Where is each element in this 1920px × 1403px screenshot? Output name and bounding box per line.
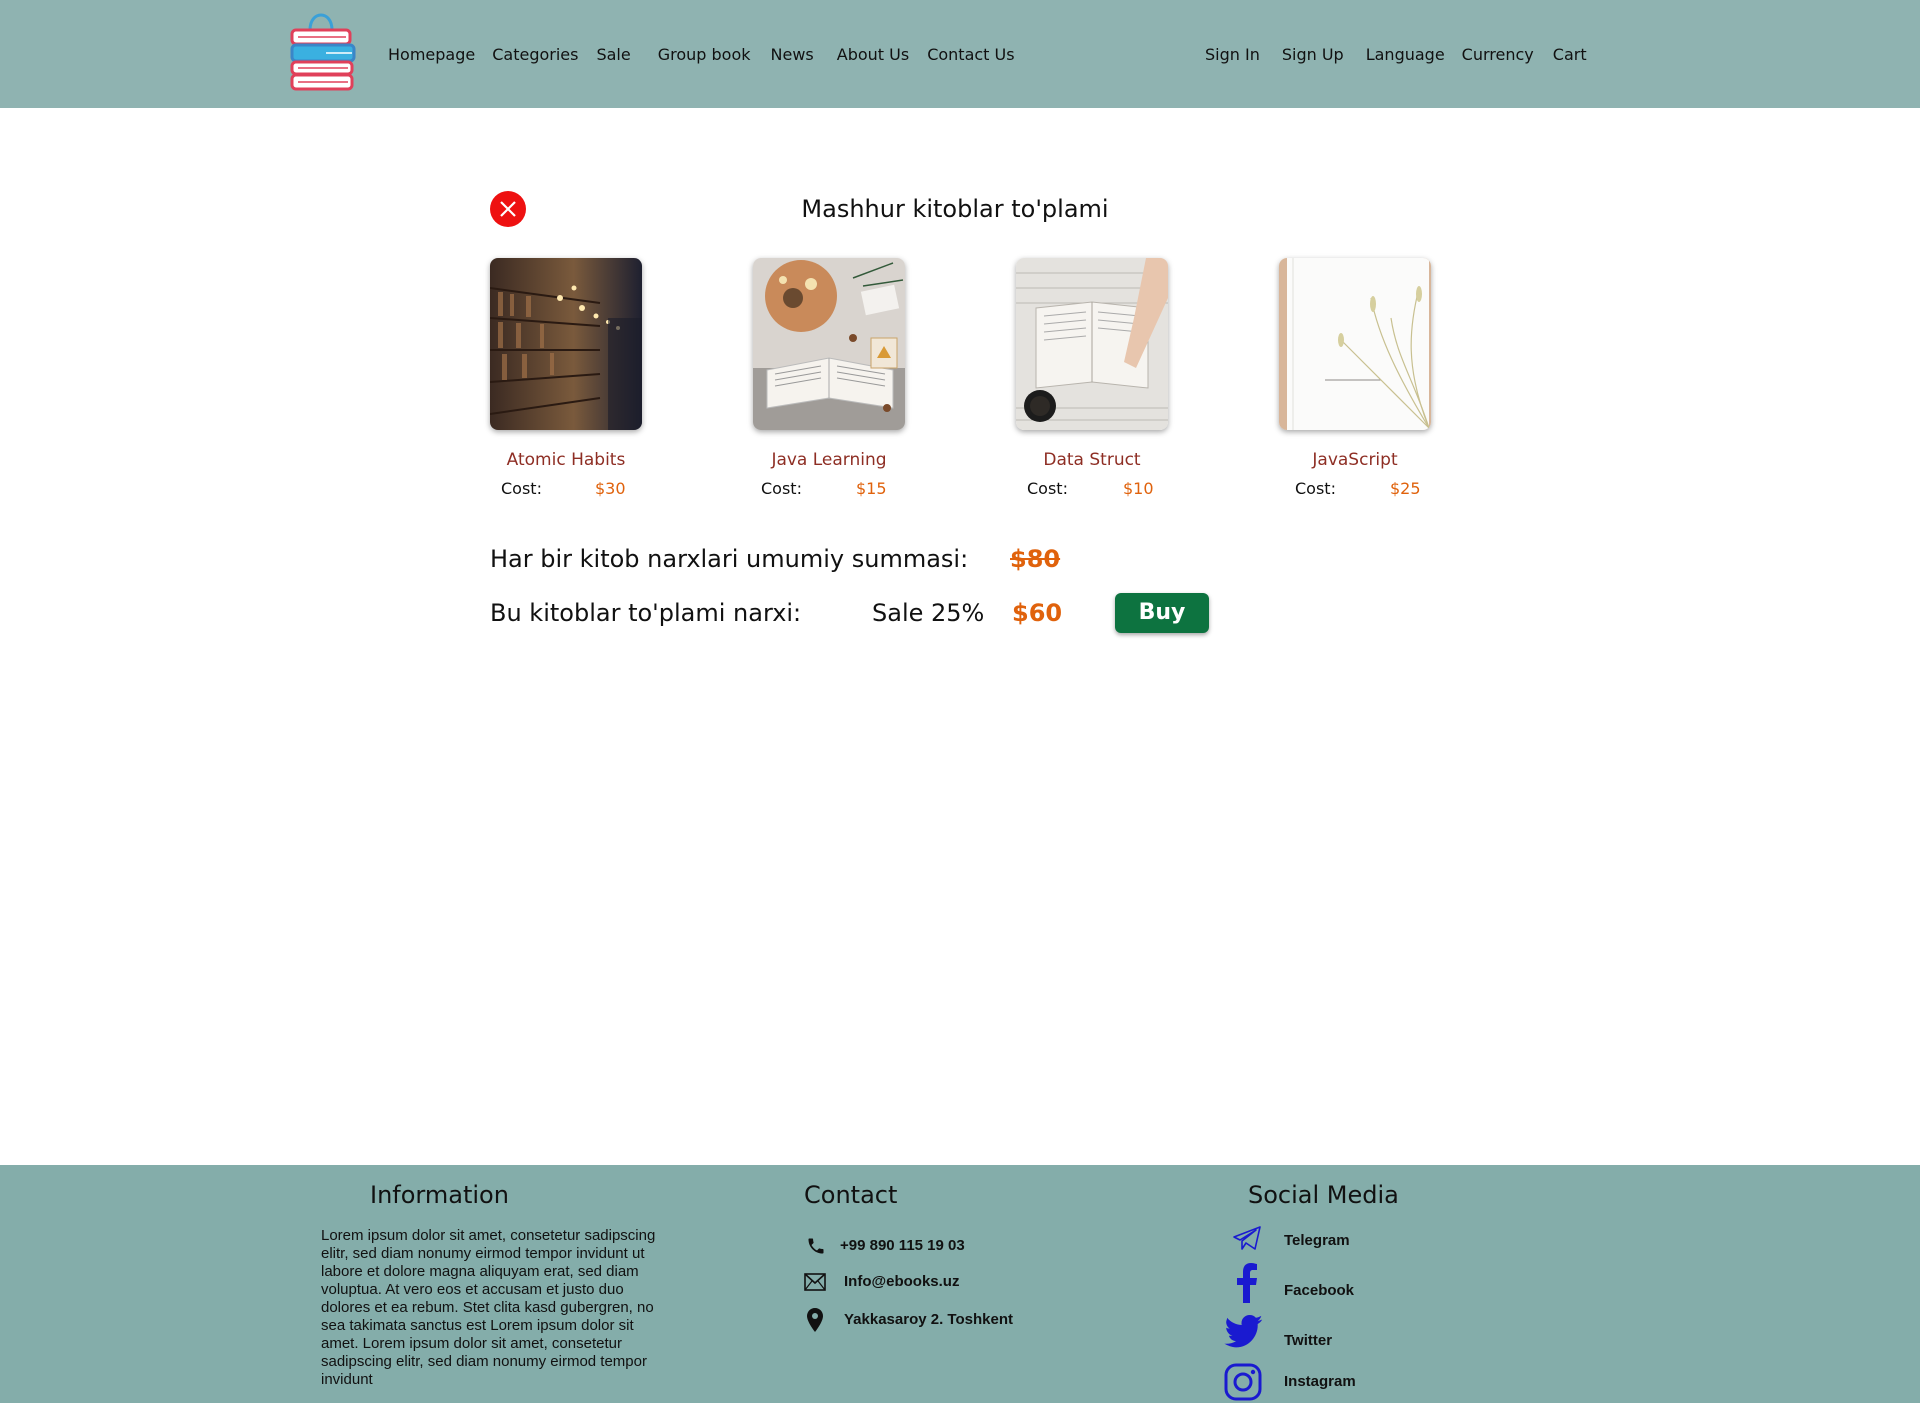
nav-categories[interactable]: Categories — [492, 44, 578, 66]
bundle-title: Mashhur kitoblar to'plami — [801, 195, 1109, 223]
main-nav: Homepage Categories Sale Group book News… — [388, 44, 1015, 66]
book-cover-image[interactable] — [490, 258, 642, 430]
nav-currency[interactable]: Currency — [1462, 44, 1534, 66]
nav-news[interactable]: News — [771, 44, 814, 66]
mail-icon — [804, 1273, 826, 1291]
close-icon — [500, 201, 516, 217]
bundle-price: $60 — [1012, 599, 1063, 627]
top-navbar: Homepage Categories Sale Group book News… — [0, 0, 1920, 108]
total-sum-value: $80 — [1010, 545, 1061, 573]
nav-group-book[interactable]: Group book — [658, 44, 751, 66]
contact-phone[interactable]: +99 890 115 19 03 — [840, 1237, 965, 1254]
twitter-icon[interactable] — [1224, 1315, 1264, 1351]
book-title[interactable]: Data Struct — [986, 450, 1198, 470]
phone-icon — [808, 1238, 824, 1254]
nav-sign-in[interactable]: Sign In — [1205, 44, 1260, 66]
contact-heading: Contact — [804, 1181, 898, 1209]
information-text: Lorem ipsum dolor sit amet, consetetur s… — [321, 1227, 656, 1388]
nav-about-us[interactable]: About Us — [837, 44, 909, 66]
bundle-price-label: Bu kitoblar to'plami narxi: — [490, 599, 802, 627]
contact-email[interactable]: Info@ebooks.uz — [844, 1273, 959, 1290]
social-telegram[interactable]: Telegram — [1284, 1232, 1350, 1249]
social-instagram[interactable]: Instagram — [1284, 1373, 1356, 1390]
account-nav: Sign In Sign Up Language Currency Cart — [1205, 44, 1587, 66]
buy-button[interactable]: Buy — [1115, 593, 1209, 633]
location-pin-icon — [807, 1308, 823, 1332]
facebook-icon[interactable] — [1236, 1263, 1258, 1303]
cost-label: Cost: — [761, 479, 802, 498]
sale-badge: Sale 25% — [872, 599, 985, 627]
nav-sign-up[interactable]: Sign Up — [1282, 44, 1344, 66]
information-heading: Information — [370, 1181, 509, 1209]
book-cover-image[interactable] — [1016, 258, 1168, 430]
book-price: $15 — [856, 479, 887, 498]
instagram-icon[interactable] — [1224, 1363, 1262, 1401]
nav-sale[interactable]: Sale — [596, 44, 630, 66]
book-price: $10 — [1123, 479, 1154, 498]
social-facebook[interactable]: Facebook — [1284, 1282, 1354, 1299]
book-cover-image[interactable] — [753, 258, 905, 430]
nav-homepage[interactable]: Homepage — [388, 44, 475, 66]
nav-contact-us[interactable]: Contact Us — [927, 44, 1014, 66]
book-price: $30 — [595, 479, 626, 498]
book-title[interactable]: Java Learning — [723, 450, 935, 470]
book-price: $25 — [1390, 479, 1421, 498]
telegram-icon[interactable] — [1232, 1225, 1262, 1251]
cost-label: Cost: — [1027, 479, 1068, 498]
nav-language[interactable]: Language — [1366, 44, 1445, 66]
book-cover-image[interactable] — [1279, 258, 1431, 430]
footer: Information Lorem ipsum dolor sit amet, … — [0, 1165, 1920, 1403]
shopping-bag-books-logo[interactable] — [286, 8, 358, 94]
cost-label: Cost: — [501, 479, 542, 498]
book-title[interactable]: JavaScript — [1249, 450, 1461, 470]
total-sum-label: Har bir kitob narxlari umumiy summasi: — [490, 545, 969, 573]
social-media-heading: Social Media — [1248, 1181, 1399, 1209]
cost-label: Cost: — [1295, 479, 1336, 498]
close-button[interactable] — [490, 191, 526, 227]
nav-cart[interactable]: Cart — [1553, 44, 1587, 66]
social-twitter[interactable]: Twitter — [1284, 1332, 1332, 1349]
book-title[interactable]: Atomic Habits — [460, 450, 672, 470]
contact-address: Yakkasaroy 2. Toshkent — [844, 1311, 1013, 1328]
